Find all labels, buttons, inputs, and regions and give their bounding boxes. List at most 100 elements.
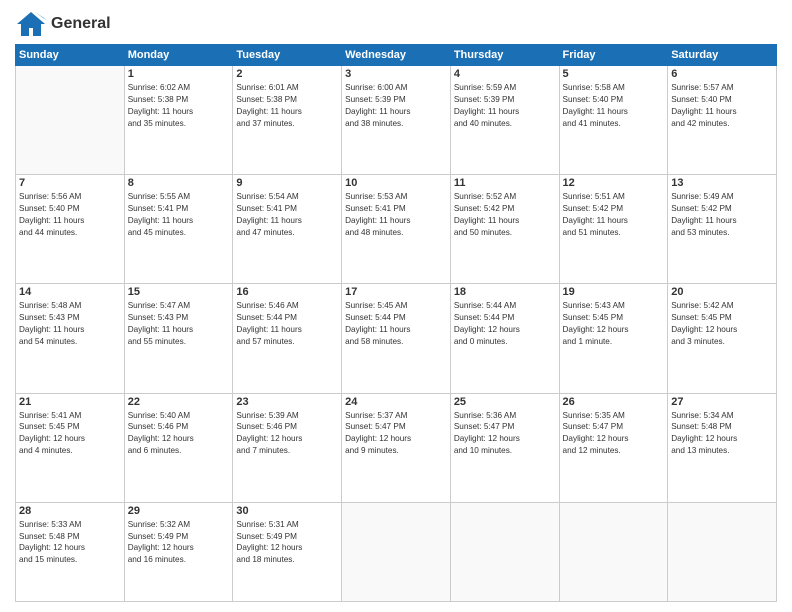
day-info: Sunrise: 5:52 AMSunset: 5:42 PMDaylight:… xyxy=(454,191,556,239)
calendar-cell: 29 Sunrise: 5:32 AMSunset: 5:49 PMDayligh… xyxy=(124,502,233,601)
day-info: Sunrise: 5:45 AMSunset: 5:44 PMDaylight:… xyxy=(345,300,447,348)
calendar-cell: 8 Sunrise: 5:55 AMSunset: 5:41 PMDaylight… xyxy=(124,175,233,284)
calendar-week-3: 21 Sunrise: 5:41 AMSunset: 5:45 PMDayligh… xyxy=(16,393,777,502)
day-info: Sunrise: 5:37 AMSunset: 5:47 PMDaylight:… xyxy=(345,410,447,458)
calendar-cell: 9 Sunrise: 5:54 AMSunset: 5:41 PMDaylight… xyxy=(233,175,342,284)
col-header-wednesday: Wednesday xyxy=(342,45,451,66)
day-number: 4 xyxy=(454,68,556,80)
day-number: 25 xyxy=(454,396,556,408)
calendar-cell xyxy=(668,502,777,601)
day-info: Sunrise: 5:56 AMSunset: 5:40 PMDaylight:… xyxy=(19,191,121,239)
col-header-thursday: Thursday xyxy=(450,45,559,66)
day-number: 10 xyxy=(345,177,447,189)
day-number: 12 xyxy=(563,177,665,189)
day-number: 11 xyxy=(454,177,556,189)
day-info: Sunrise: 6:02 AMSunset: 5:38 PMDaylight:… xyxy=(128,82,230,130)
logo: General xyxy=(15,10,111,38)
day-number: 18 xyxy=(454,286,556,298)
day-info: Sunrise: 5:32 AMSunset: 5:49 PMDaylight:… xyxy=(128,519,230,567)
day-number: 27 xyxy=(671,396,773,408)
calendar-week-0: 1 Sunrise: 6:02 AMSunset: 5:38 PMDaylight… xyxy=(16,66,777,175)
calendar-cell: 2 Sunrise: 6:01 AMSunset: 5:38 PMDaylight… xyxy=(233,66,342,175)
day-info: Sunrise: 5:47 AMSunset: 5:43 PMDaylight:… xyxy=(128,300,230,348)
calendar-cell: 30Sunrise: 5:31 AMSunset: 5:49 PMDayligh… xyxy=(233,502,342,601)
calendar-cell: 13Sunrise: 5:49 AMSunset: 5:42 PMDayligh… xyxy=(668,175,777,284)
logo-icon xyxy=(15,10,47,38)
day-info: Sunrise: 5:36 AMSunset: 5:47 PMDaylight:… xyxy=(454,410,556,458)
day-number: 5 xyxy=(563,68,665,80)
calendar-week-1: 7 Sunrise: 5:56 AMSunset: 5:40 PMDaylight… xyxy=(16,175,777,284)
day-info: Sunrise: 5:41 AMSunset: 5:45 PMDaylight:… xyxy=(19,410,121,458)
day-info: Sunrise: 5:51 AMSunset: 5:42 PMDaylight:… xyxy=(563,191,665,239)
day-info: Sunrise: 5:35 AMSunset: 5:47 PMDaylight:… xyxy=(563,410,665,458)
col-header-saturday: Saturday xyxy=(668,45,777,66)
calendar-cell: 28 Sunrise: 5:33 AMSunset: 5:48 PMDayligh… xyxy=(16,502,125,601)
calendar-cell: 1 Sunrise: 6:02 AMSunset: 5:38 PMDaylight… xyxy=(124,66,233,175)
calendar-cell: 18 Sunrise: 5:44 AMSunset: 5:44 PMDayligh… xyxy=(450,284,559,393)
calendar-cell: 27 Sunrise: 5:34 AMSunset: 5:48 PMDayligh… xyxy=(668,393,777,502)
calendar-week-2: 14Sunrise: 5:48 AMSunset: 5:43 PMDayligh… xyxy=(16,284,777,393)
day-number: 28 xyxy=(19,505,121,517)
calendar-cell: 19Sunrise: 5:43 AMSunset: 5:45 PMDayligh… xyxy=(559,284,668,393)
calendar-cell: 14Sunrise: 5:48 AMSunset: 5:43 PMDayligh… xyxy=(16,284,125,393)
calendar-cell: 11 Sunrise: 5:52 AMSunset: 5:42 PMDayligh… xyxy=(450,175,559,284)
day-info: Sunrise: 5:39 AMSunset: 5:46 PMDaylight:… xyxy=(236,410,338,458)
day-number: 8 xyxy=(128,177,230,189)
day-number: 21 xyxy=(19,396,121,408)
day-info: Sunrise: 5:34 AMSunset: 5:48 PMDaylight:… xyxy=(671,410,773,458)
day-number: 6 xyxy=(671,68,773,80)
day-number: 29 xyxy=(128,505,230,517)
page: General SundayMondayTuesdayWednesdayThur… xyxy=(0,0,792,612)
day-number: 9 xyxy=(236,177,338,189)
day-info: Sunrise: 5:46 AMSunset: 5:44 PMDaylight:… xyxy=(236,300,338,348)
calendar-cell: 26 Sunrise: 5:35 AMSunset: 5:47 PMDayligh… xyxy=(559,393,668,502)
day-info: Sunrise: 5:54 AMSunset: 5:41 PMDaylight:… xyxy=(236,191,338,239)
day-info: Sunrise: 5:58 AMSunset: 5:40 PMDaylight:… xyxy=(563,82,665,130)
day-info: Sunrise: 5:53 AMSunset: 5:41 PMDaylight:… xyxy=(345,191,447,239)
day-number: 24 xyxy=(345,396,447,408)
calendar-cell: 17Sunrise: 5:45 AMSunset: 5:44 PMDayligh… xyxy=(342,284,451,393)
calendar-cell: 24 Sunrise: 5:37 AMSunset: 5:47 PMDayligh… xyxy=(342,393,451,502)
day-info: Sunrise: 5:40 AMSunset: 5:46 PMDaylight:… xyxy=(128,410,230,458)
day-info: Sunrise: 5:33 AMSunset: 5:48 PMDaylight:… xyxy=(19,519,121,567)
calendar-cell: 23 Sunrise: 5:39 AMSunset: 5:46 PMDayligh… xyxy=(233,393,342,502)
day-info: Sunrise: 5:57 AMSunset: 5:40 PMDaylight:… xyxy=(671,82,773,130)
day-info: Sunrise: 5:55 AMSunset: 5:41 PMDaylight:… xyxy=(128,191,230,239)
calendar-cell: 12 Sunrise: 5:51 AMSunset: 5:42 PMDayligh… xyxy=(559,175,668,284)
day-info: Sunrise: 5:59 AMSunset: 5:39 PMDaylight:… xyxy=(454,82,556,130)
calendar-cell: 22Sunrise: 5:40 AMSunset: 5:46 PMDayligh… xyxy=(124,393,233,502)
day-info: Sunrise: 6:00 AMSunset: 5:39 PMDaylight:… xyxy=(345,82,447,130)
day-info: Sunrise: 5:42 AMSunset: 5:45 PMDaylight:… xyxy=(671,300,773,348)
calendar-cell: 6 Sunrise: 5:57 AMSunset: 5:40 PMDaylight… xyxy=(668,66,777,175)
day-number: 3 xyxy=(345,68,447,80)
col-header-tuesday: Tuesday xyxy=(233,45,342,66)
day-number: 1 xyxy=(128,68,230,80)
logo-text: General xyxy=(51,15,111,33)
day-number: 20 xyxy=(671,286,773,298)
day-info: Sunrise: 5:31 AMSunset: 5:49 PMDaylight:… xyxy=(236,519,338,567)
day-info: Sunrise: 6:01 AMSunset: 5:38 PMDaylight:… xyxy=(236,82,338,130)
day-number: 7 xyxy=(19,177,121,189)
calendar-week-4: 28 Sunrise: 5:33 AMSunset: 5:48 PMDayligh… xyxy=(16,502,777,601)
day-number: 13 xyxy=(671,177,773,189)
calendar-cell: 25 Sunrise: 5:36 AMSunset: 5:47 PMDayligh… xyxy=(450,393,559,502)
day-info: Sunrise: 5:44 AMSunset: 5:44 PMDaylight:… xyxy=(454,300,556,348)
day-number: 2 xyxy=(236,68,338,80)
calendar-cell: 10 Sunrise: 5:53 AMSunset: 5:41 PMDayligh… xyxy=(342,175,451,284)
col-header-monday: Monday xyxy=(124,45,233,66)
calendar-cell: 5 Sunrise: 5:58 AMSunset: 5:40 PMDaylight… xyxy=(559,66,668,175)
calendar-cell xyxy=(559,502,668,601)
day-number: 23 xyxy=(236,396,338,408)
calendar-cell: 3 Sunrise: 6:00 AMSunset: 5:39 PMDaylight… xyxy=(342,66,451,175)
calendar-cell: 16Sunrise: 5:46 AMSunset: 5:44 PMDayligh… xyxy=(233,284,342,393)
calendar-cell xyxy=(16,66,125,175)
calendar-cell: 21 Sunrise: 5:41 AMSunset: 5:45 PMDayligh… xyxy=(16,393,125,502)
day-number: 26 xyxy=(563,396,665,408)
day-number: 14 xyxy=(19,286,121,298)
calendar-cell: 4 Sunrise: 5:59 AMSunset: 5:39 PMDaylight… xyxy=(450,66,559,175)
day-number: 19 xyxy=(563,286,665,298)
calendar-cell xyxy=(450,502,559,601)
calendar-cell xyxy=(342,502,451,601)
day-number: 15 xyxy=(128,286,230,298)
calendar-header-row: SundayMondayTuesdayWednesdayThursdayFrid… xyxy=(16,45,777,66)
